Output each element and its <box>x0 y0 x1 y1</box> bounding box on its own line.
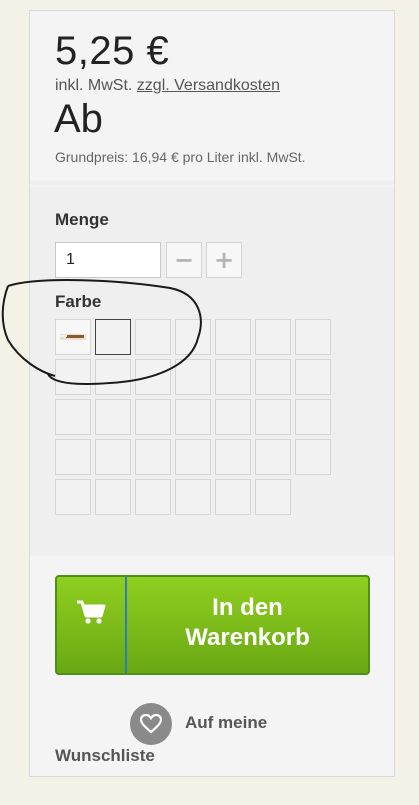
price: 5,25 € <box>55 29 170 73</box>
color-swatch[interactable] <box>295 359 331 395</box>
add-to-cart-line2: Warenkorb <box>185 624 310 651</box>
shipping-cost-link[interactable]: zzgl. Versandkosten <box>137 77 280 94</box>
color-swatch[interactable] <box>55 479 91 515</box>
color-swatch[interactable] <box>55 319 91 355</box>
tax-prefix: inkl. MwSt. <box>55 77 133 94</box>
color-swatch[interactable] <box>95 399 131 435</box>
color-swatch[interactable] <box>95 479 131 515</box>
color-swatch[interactable] <box>175 359 211 395</box>
color-swatch[interactable] <box>255 319 291 355</box>
color-swatch[interactable] <box>255 479 291 515</box>
product-buy-box: 5,25 € inkl. MwSt. zzgl. Versandkosten A… <box>29 10 395 777</box>
color-swatch[interactable] <box>95 319 131 355</box>
color-swatch[interactable] <box>255 399 291 435</box>
tax-info: inkl. MwSt. zzgl. Versandkosten <box>55 77 280 95</box>
color-swatch[interactable] <box>135 399 171 435</box>
color-swatch[interactable] <box>55 359 91 395</box>
color-swatch[interactable] <box>175 439 211 475</box>
price-block: 5,25 € inkl. MwSt. zzgl. Versandkosten A… <box>30 11 394 183</box>
color-swatch[interactable] <box>135 479 171 515</box>
quantity-increment-button[interactable]: + <box>206 242 242 278</box>
add-to-cart-line1: In den <box>212 594 283 621</box>
color-swatch[interactable] <box>215 359 251 395</box>
quantity-decrement-button[interactable]: − <box>166 242 202 278</box>
color-swatch[interactable] <box>215 439 251 475</box>
color-swatch[interactable] <box>95 439 131 475</box>
color-swatch[interactable] <box>175 319 211 355</box>
color-label: Farbe <box>55 292 102 311</box>
quantity-label: Menge <box>55 210 109 229</box>
quantity-input[interactable] <box>55 242 161 278</box>
swatch-thumbnail <box>60 334 86 340</box>
shopping-cart-icon <box>57 577 127 673</box>
heart-icon[interactable] <box>130 703 172 745</box>
color-swatch[interactable] <box>175 479 211 515</box>
color-swatch[interactable] <box>255 359 291 395</box>
add-to-cart-button[interactable]: In den Warenkorb <box>55 575 370 675</box>
price-from-label: Ab <box>54 97 103 141</box>
color-swatch[interactable] <box>295 319 331 355</box>
color-swatch[interactable] <box>55 439 91 475</box>
color-swatch[interactable] <box>215 319 251 355</box>
wishlist-link-line2[interactable]: Wunschliste <box>55 746 155 766</box>
add-to-cart-label: In den Warenkorb <box>127 577 368 673</box>
color-swatch-grid <box>55 319 331 515</box>
color-swatch[interactable] <box>215 479 251 515</box>
color-swatch[interactable] <box>295 399 331 435</box>
color-swatch[interactable] <box>135 439 171 475</box>
color-swatch[interactable] <box>135 359 171 395</box>
color-swatch[interactable] <box>95 359 131 395</box>
color-swatch[interactable] <box>255 439 291 475</box>
color-swatch[interactable] <box>55 399 91 435</box>
color-swatch[interactable] <box>135 319 171 355</box>
color-swatch[interactable] <box>175 399 211 435</box>
color-swatch[interactable] <box>295 439 331 475</box>
wishlist-link-line1[interactable]: Auf meine <box>185 713 267 733</box>
unit-price: Grundpreis: 16,94 € pro Liter inkl. MwSt… <box>55 149 306 165</box>
color-swatch[interactable] <box>215 399 251 435</box>
